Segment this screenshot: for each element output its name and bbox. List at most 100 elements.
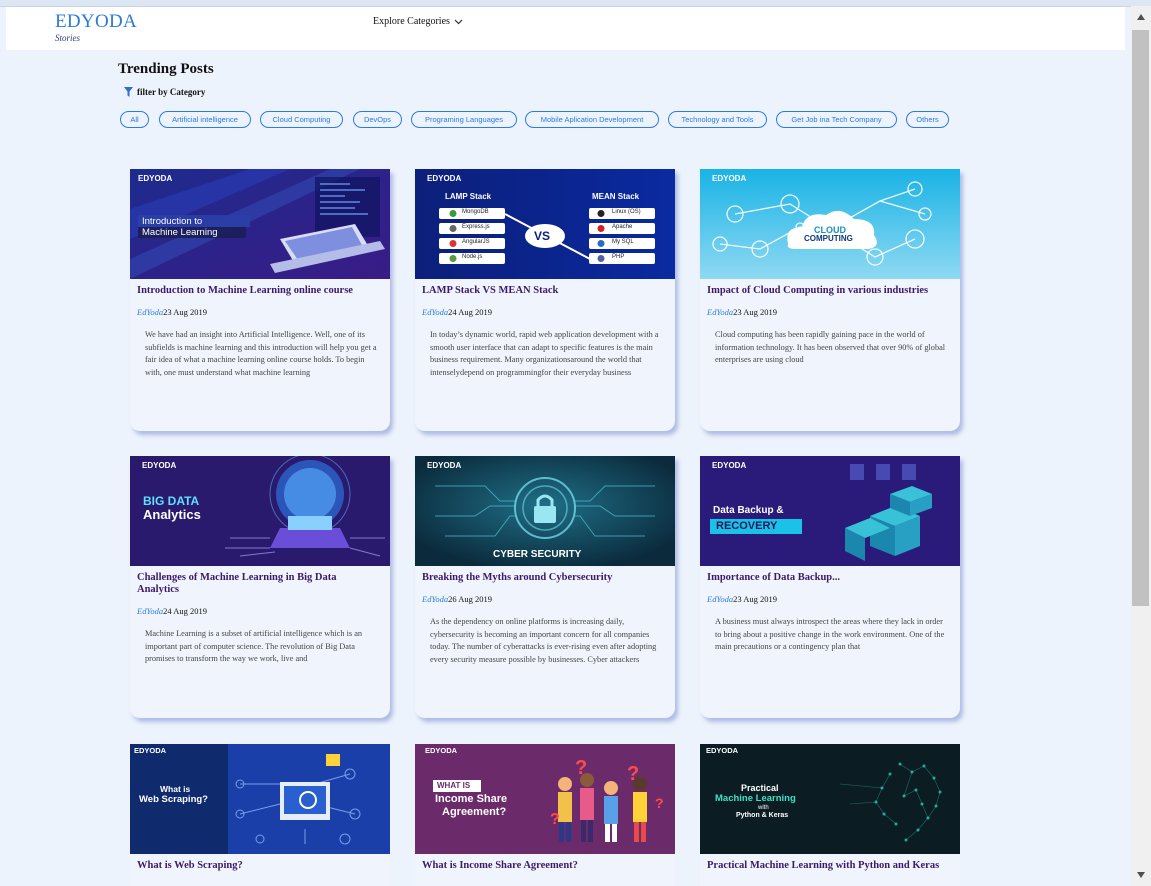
chevron-down-icon — [454, 19, 463, 25]
post-thumbnail[interactable]: EDYODA CYBER SECURITY — [415, 456, 675, 566]
post-date: 24 Aug 2019 — [448, 307, 493, 317]
post-excerpt: As the dependency on online platforms is… — [430, 617, 657, 664]
post-author[interactable]: EdYoda — [137, 307, 163, 317]
thumbnail-logo: EDYODA — [712, 174, 747, 183]
post-title[interactable]: What is Web Scraping? — [137, 860, 377, 872]
svg-text:?: ? — [655, 795, 664, 811]
category-chip-artificial-intelligence[interactable]: Artificial intelligence — [159, 111, 251, 128]
post-meta: EdYoda24 Aug 2019 — [137, 606, 207, 616]
thumbnail-text: LAMP Stack — [445, 192, 492, 201]
filter-funnel-icon — [124, 87, 133, 97]
post-thumbnail[interactable]: EDYODA BIG DATA Analytics — [130, 456, 390, 566]
post-excerpt: A business must always introspect the ar… — [715, 617, 945, 651]
filter-by-category: filter by Category — [124, 87, 205, 97]
post-thumbnail[interactable]: EDYODA Introduction to Machine Learning — [130, 169, 390, 279]
post-card[interactable]: EDYODA Data Backup & RECOVERY Importance… — [700, 456, 960, 718]
post-title[interactable]: Practical Machine Learning with Python a… — [707, 860, 947, 872]
thumbnail-logo: EDYODA — [427, 461, 462, 470]
post-card[interactable]: EDYODA BIG DATA Analytics Challenges of … — [130, 456, 390, 718]
post-card[interactable]: EDYODA What is Web Scraping? What is Web… — [130, 744, 390, 886]
svg-text:?: ? — [575, 757, 587, 779]
post-author[interactable]: EdYoda — [422, 594, 448, 604]
post-thumbnail[interactable]: EDYODA CLOUD COMPUTING — [700, 169, 960, 279]
thumbnail-logo: EDYODA — [712, 461, 747, 470]
thumbnail-logo: EDYODA — [706, 746, 739, 755]
post-card[interactable]: EDYODA Practical Machine Learning with P… — [700, 744, 960, 886]
post-meta: EdYoda23 Aug 2019 — [707, 307, 777, 317]
thumbnail-text: COMPUTING — [804, 234, 853, 243]
post-thumbnail[interactable]: EDYODA What is Web Scraping? — [130, 744, 390, 854]
post-title[interactable]: Introduction to Machine Learning online … — [137, 285, 377, 297]
thumbnail-text: VS — [534, 229, 551, 243]
thumbnail-text: Machine Learning — [142, 227, 218, 238]
category-chip-devops[interactable]: DevOps — [353, 111, 402, 128]
thumbnail-text: Machine Learning — [715, 793, 796, 804]
post-card[interactable]: EDYODA CLOUD COMPUTING Impact of Cloud C… — [700, 169, 960, 431]
post-author[interactable]: EdYoda — [137, 606, 163, 616]
post-author[interactable]: EdYoda — [707, 594, 733, 604]
thumbnail-text: What is — [160, 784, 191, 794]
post-title[interactable]: What is Income Share Agreement? — [422, 860, 662, 872]
thumbnail-text: Express.js — [462, 224, 490, 230]
post-title[interactable]: Breaking the Myths around Cybersecurity — [422, 572, 662, 584]
thumbnail-logo: EDYODA — [425, 746, 458, 755]
post-thumbnail[interactable]: ???? EDYODA WHAT IS Income Share Agreeme… — [415, 744, 675, 854]
category-chip-others[interactable]: Others — [906, 111, 949, 128]
thumbnail-logo: EDYODA — [427, 174, 462, 183]
post-title[interactable]: Impact of Cloud Computing in various ind… — [707, 285, 947, 297]
thumbnail-text: BIG DATA — [143, 494, 200, 508]
category-chip-mobile-application-development[interactable]: Mobile Aplication Development — [525, 111, 659, 128]
brand-logo[interactable]: EDYODA — [55, 11, 137, 33]
post-title[interactable]: Importance of Data Backup... — [707, 572, 947, 584]
thumbnail-text: WHAT IS — [437, 781, 471, 790]
scrollbar-thumb[interactable] — [1132, 30, 1149, 606]
post-author[interactable]: EdYoda — [707, 307, 733, 317]
post-thumbnail[interactable]: EDYODA Practical Machine Learning with P… — [700, 744, 960, 854]
post-meta: EdYoda26 Aug 2019 — [422, 594, 492, 604]
thumbnail-text: Income Share — [435, 793, 508, 805]
category-chip-cloud-computing[interactable]: Cloud Computing — [260, 111, 343, 128]
post-card[interactable]: ???? EDYODA WHAT IS Income Share Agreeme… — [415, 744, 675, 886]
thumbnail-text: My SQL — [612, 239, 634, 245]
post-date: 24 Aug 2019 — [163, 606, 208, 616]
post-excerpt: Cloud computing has been rapidly gaining… — [715, 330, 946, 364]
thumbnail-text: CYBER SECURITY — [493, 549, 582, 560]
category-chip-programing-languages[interactable]: Programing Languages — [411, 111, 517, 128]
thumbnail-text: RECOVERY — [716, 520, 778, 532]
scroll-down-arrow-icon[interactable] — [1131, 864, 1151, 886]
post-date: 23 Aug 2019 — [733, 307, 778, 317]
post-meta: EdYoda23 Aug 2019 — [137, 307, 207, 317]
post-title[interactable]: Challenges of Machine Learning in Big Da… — [137, 572, 377, 596]
post-date: 23 Aug 2019 — [163, 307, 208, 317]
post-meta: EdYoda23 Aug 2019 — [707, 594, 777, 604]
explore-categories-dropdown[interactable]: Explore Categories — [373, 16, 463, 27]
thumbnail-text: Introduction to — [142, 216, 203, 227]
post-date: 26 Aug 2019 — [448, 594, 493, 604]
category-chip-all[interactable]: All — [120, 111, 149, 128]
thumbnail-text: Web Scraping? — [139, 794, 208, 805]
category-chip-technology-and-tools[interactable]: Technology and Tools — [668, 111, 767, 128]
post-author[interactable]: EdYoda — [422, 307, 448, 317]
post-date: 23 Aug 2019 — [733, 594, 778, 604]
post-thumbnail[interactable]: EDYODA LAMP Stack MEAN Stack MongoDB Exp… — [415, 169, 675, 279]
page-title: Trending Posts — [118, 61, 214, 77]
thumbnail-text: MongoDB — [462, 209, 489, 215]
post-thumbnail[interactable]: EDYODA Data Backup & RECOVERY — [700, 456, 960, 566]
top-navbar: EDYODA Stories Explore Categories — [6, 7, 1125, 50]
post-card[interactable]: EDYODA LAMP Stack MEAN Stack MongoDB Exp… — [415, 169, 675, 431]
filter-label: filter by Category — [137, 87, 206, 97]
post-title[interactable]: LAMP Stack VS MEAN Stack — [422, 285, 662, 297]
thumbnail-text: with — [758, 805, 769, 811]
thumbnail-text: Python & Keras — [736, 812, 789, 819]
post-meta: EdYoda24 Aug 2019 — [422, 307, 492, 317]
thumbnail-text: Practical — [741, 783, 779, 793]
post-card[interactable]: EDYODA Introduction to Machine Learning … — [130, 169, 390, 431]
svg-text:?: ? — [550, 811, 560, 828]
scroll-up-arrow-icon[interactable] — [1131, 6, 1151, 28]
category-chip-get-job[interactable]: Get Job ina Tech Company — [776, 111, 897, 128]
brand-subtitle: Stories — [55, 33, 81, 43]
post-card[interactable]: EDYODA CYBER SECURITY Breaking the Myths… — [415, 456, 675, 718]
thumbnail-text: MEAN Stack — [592, 192, 640, 201]
svg-text:?: ? — [627, 763, 639, 785]
thumbnail-text: Agreement? — [442, 806, 507, 818]
